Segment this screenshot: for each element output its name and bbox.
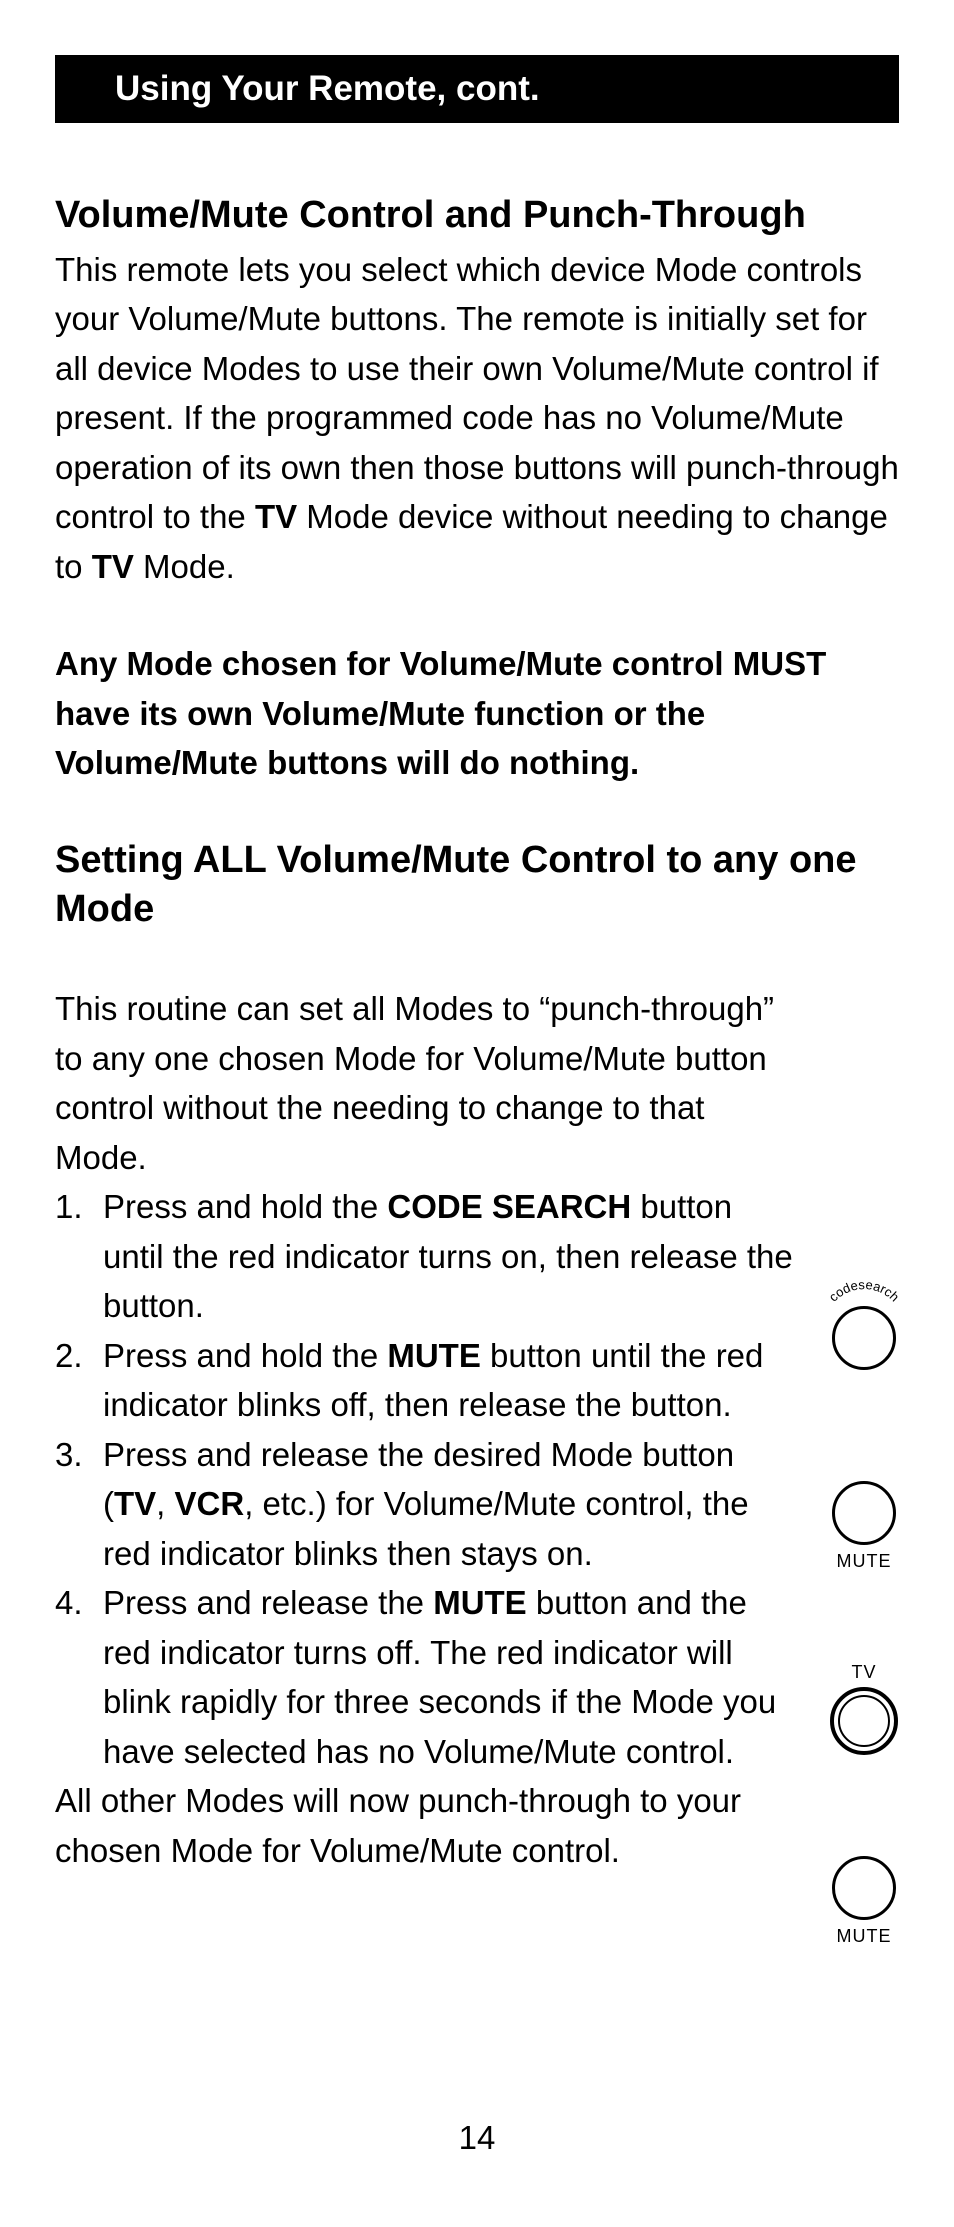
text: , — [156, 1485, 174, 1522]
page-number: 14 — [0, 2119, 954, 2157]
page-header-title: Using Your Remote, cont. — [115, 69, 540, 108]
steps-list: Press and hold the CODE SEARCH button un… — [55, 1182, 795, 1776]
step-3: Press and release the desired Mode butto… — [55, 1430, 795, 1579]
bold-tv: TV — [92, 548, 134, 585]
section-volume-mute: Volume/Mute Control and Punch-Through Th… — [55, 193, 899, 788]
button-illustrations: codesearch MUTE TV MUTE — [819, 1282, 909, 1947]
section1-paragraph1: This remote lets you select which device… — [55, 245, 899, 592]
bold-code-search: CODE SEARCH — [387, 1188, 631, 1225]
mute-button-icon — [832, 1481, 896, 1545]
text: This remote lets you select which device… — [55, 251, 899, 536]
codesearch-button-icon — [832, 1306, 896, 1370]
tv-button-icon — [830, 1687, 898, 1755]
step-2: Press and hold the MUTE button until the… — [55, 1331, 795, 1430]
mute-button-diagram-2: MUTE — [832, 1856, 896, 1947]
codesearch-button-diagram: codesearch — [824, 1282, 904, 1376]
bold-tv: TV — [114, 1485, 156, 1522]
text: Mode. — [134, 548, 235, 585]
mute-button-label: MUTE — [837, 1551, 892, 1572]
page-header-bar: Using Your Remote, cont. — [55, 55, 899, 123]
mute-button-diagram-1: MUTE — [832, 1481, 896, 1572]
step-4: Press and release the MUTE button and th… — [55, 1578, 795, 1776]
text: Press and hold the — [103, 1337, 387, 1374]
text: Press and hold the — [103, 1188, 387, 1225]
mute-button-label: MUTE — [837, 1926, 892, 1947]
tv-button-diagram: TV — [830, 1662, 898, 1761]
section2-heading: Setting ALL Volume/Mute Control to any o… — [55, 836, 899, 935]
svg-text:codesearch: codesearch — [826, 1282, 903, 1305]
step-1: Press and hold the CODE SEARCH button un… — [55, 1182, 795, 1331]
bold-mute: MUTE — [387, 1337, 481, 1374]
section2-text-column: This routine can set all Modes to “punch… — [55, 984, 795, 1875]
bold-vcr: VCR — [175, 1485, 245, 1522]
mute-button-icon — [832, 1856, 896, 1920]
section1-heading: Volume/Mute Control and Punch-Through — [55, 193, 899, 239]
section-setting-all: Setting ALL Volume/Mute Control to any o… — [55, 836, 899, 1876]
bold-mute: MUTE — [433, 1584, 527, 1621]
section2-outro: All other Modes will now punch-through t… — [55, 1776, 795, 1875]
tv-button-label: TV — [851, 1662, 876, 1683]
section2-intro: This routine can set all Modes to “punch… — [55, 984, 795, 1182]
text: Press and release the — [103, 1584, 433, 1621]
bold-tv: TV — [255, 498, 297, 535]
section1-paragraph2-bold: Any Mode chosen for Volume/Mute control … — [55, 639, 899, 788]
